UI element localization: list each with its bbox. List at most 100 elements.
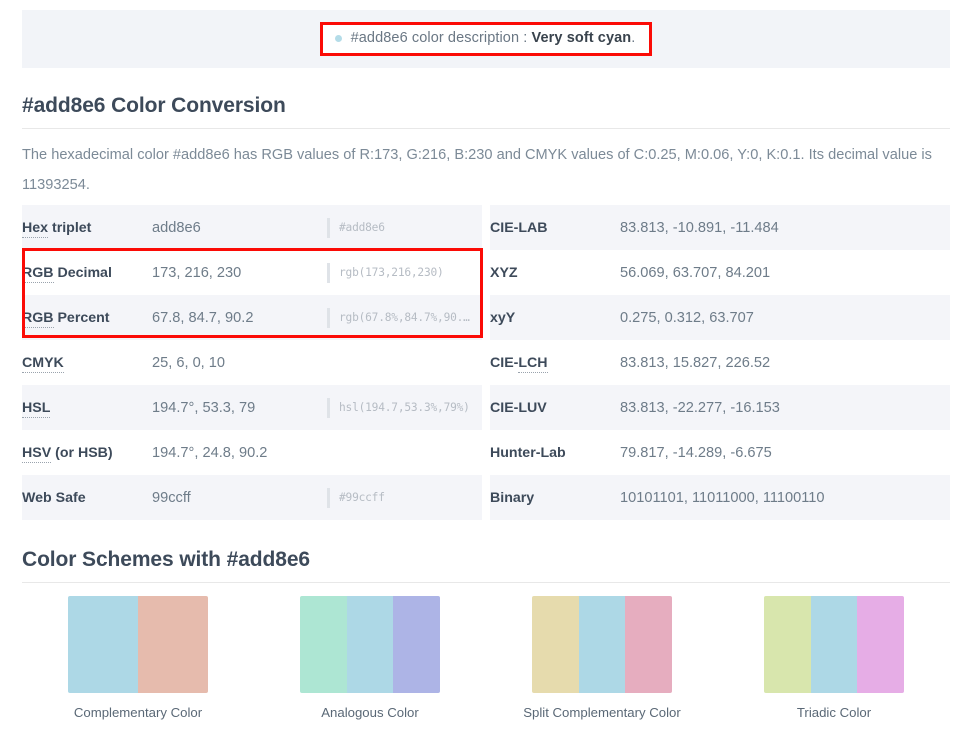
conversion-heading-divider: [22, 128, 950, 129]
row-label-prefix: CIE-: [490, 354, 519, 371]
row-label-rest: Decimal: [53, 264, 112, 281]
row-code-value[interactable]: rgb(173,216,230): [327, 262, 482, 283]
row-code-value[interactable]: rgb(67.8%,84.7%,90.…: [327, 307, 482, 328]
schemes-heading: Color Schemes with #add8e6: [22, 548, 310, 571]
swatch-band[interactable]: [68, 596, 138, 693]
row-value: 83.813, -10.891, -11.484: [620, 205, 795, 250]
table-row: CIE-LCH 83.813, 15.827, 226.52: [490, 340, 950, 385]
row-value: 83.813, -22.277, -16.153: [620, 385, 795, 430]
row-label: Hex triplet: [22, 205, 152, 250]
row-value: add8e6: [152, 205, 327, 250]
row-value: 83.813, 15.827, 226.52: [620, 340, 795, 385]
row-value: 0.275, 0.312, 63.707: [620, 295, 795, 340]
table-row: HSV (or HSB) 194.7°, 24.8, 90.2: [22, 430, 482, 475]
color-scheme-label: Complementary Color: [73, 705, 203, 720]
color-description-name: Very soft cyan: [531, 30, 632, 47]
row-label-abbr: RGB: [22, 264, 54, 283]
color-info-page: #add8e6 color description : Very soft cy…: [0, 0, 974, 737]
table-row: Hunter-Lab 79.817, -14.289, -6.675: [490, 430, 950, 475]
conversion-table-left-body: Hex triplet add8e6 #add8e6 RGB Decimal 173, …: [22, 205, 482, 520]
row-label: RGB Percent: [22, 295, 152, 340]
conversion-table-left: Hex triplet add8e6 #add8e6 RGB Decimal 173, …: [22, 205, 482, 520]
conversion-table-right-body: CIE-LAB 83.813, -10.891, -11.484 XYZ 56.069…: [490, 205, 950, 520]
conversion-tables: Hex triplet add8e6 #add8e6 RGB Decimal 173, …: [22, 205, 950, 520]
row-code-value[interactable]: #99ccff: [327, 487, 482, 508]
table-row: CIE-LAB 83.813, -10.891, -11.484: [490, 205, 950, 250]
conversion-intro-paragraph: The hexadecimal color #add8e6 has RGB va…: [22, 147, 932, 193]
swatch-band[interactable]: [625, 596, 672, 693]
row-code-cell: [327, 340, 482, 385]
row-label-abbr: RGB: [22, 309, 54, 328]
color-description-prefix: #add8e6 color description :: [350, 30, 532, 47]
color-description-highlight: #add8e6 color description : Very soft cy…: [319, 22, 653, 56]
row-code-cell: [795, 340, 950, 385]
row-value: 25, 6, 0, 10: [152, 340, 327, 385]
bullet-dot-icon: [334, 35, 342, 42]
row-value: 10101101, 11011000, 11100110: [620, 475, 825, 520]
row-value: 56.069, 63.707, 84.201: [620, 250, 795, 295]
row-label-abbr: HSL: [22, 399, 51, 418]
color-description-banner: #add8e6 color description : Very soft cy…: [22, 10, 950, 68]
row-code-cell: [795, 295, 950, 340]
swatch-band[interactable]: [532, 596, 579, 693]
table-row: CMYK 25, 6, 0, 10: [22, 340, 482, 385]
row-code-cell: hsl(194.7,53.3%,79%): [327, 385, 482, 430]
color-description-suffix: .: [631, 30, 636, 47]
row-label: HSV (or HSB): [22, 430, 152, 475]
row-code-cell: #99ccff: [327, 475, 482, 520]
row-value: 194.7°, 24.8, 90.2: [152, 430, 327, 475]
table-row: Binary 10101101, 11011000, 11100110: [490, 475, 950, 520]
row-code-cell: [795, 250, 950, 295]
row-label-abbr: Hex: [22, 219, 49, 238]
row-code-cell: rgb(67.8%,84.7%,90.…: [327, 295, 482, 340]
swatch-band[interactable]: [300, 596, 347, 693]
color-scheme-label: Split Complementary Color: [523, 705, 681, 720]
row-label-rest: Percent: [53, 309, 110, 326]
table-row: CIE-LUV 83.813, -22.277, -16.153: [490, 385, 950, 430]
row-label: CIE-LAB: [490, 205, 620, 250]
swatch-band[interactable]: [138, 596, 208, 693]
row-label: HSL: [22, 385, 152, 430]
table-row: RGB Percent 67.8, 84.7, 90.2 rgb(67.8%,84.…: [22, 295, 482, 340]
swatch-band[interactable]: [810, 596, 858, 693]
row-label-rest: triplet: [48, 219, 92, 236]
swatch-band[interactable]: [393, 596, 440, 693]
conversion-heading: #add8e6 Color Conversion: [22, 94, 286, 117]
color-scheme-label: Triadic Color: [796, 705, 872, 720]
color-scheme-2: Split Complementary Color: [486, 596, 718, 720]
row-value: 67.8, 84.7, 90.2: [152, 295, 327, 340]
swatch-band[interactable]: [857, 596, 904, 693]
color-scheme-0: Complementary Color: [22, 596, 254, 720]
color-schemes-list: Complementary Color Analogous Color Split …: [22, 596, 950, 720]
row-label: RGB Decimal: [22, 250, 152, 295]
color-scheme-swatch[interactable]: [764, 596, 904, 693]
row-code-value[interactable]: hsl(194.7,53.3%,79%): [327, 397, 482, 418]
row-value: 79.817, -14.289, -6.675: [620, 430, 795, 475]
row-label: CMYK: [22, 340, 152, 385]
row-label: CIE-LUV: [490, 385, 620, 430]
row-code-cell: rgb(173,216,230): [327, 250, 482, 295]
swatch-band[interactable]: [346, 596, 394, 693]
row-label-rest: (or HSB): [51, 444, 113, 461]
row-code-cell: [795, 205, 950, 250]
table-row: Hex triplet add8e6 #add8e6: [22, 205, 482, 250]
color-scheme-swatch[interactable]: [532, 596, 672, 693]
swatch-band[interactable]: [764, 596, 811, 693]
color-scheme-swatch[interactable]: [68, 596, 208, 693]
row-label-abbr: HSV: [22, 444, 52, 463]
row-value: 99ccff: [152, 475, 327, 520]
color-scheme-swatch[interactable]: [300, 596, 440, 693]
row-label: CIE-LCH: [490, 340, 620, 385]
conversion-table-right: CIE-LAB 83.813, -10.891, -11.484 XYZ 56.069…: [490, 205, 950, 520]
row-label: xyY: [490, 295, 620, 340]
row-value: 194.7°, 53.3, 79: [152, 385, 327, 430]
row-label-abbr: LCH: [518, 354, 548, 373]
row-code-cell: [327, 430, 482, 475]
table-row: XYZ 56.069, 63.707, 84.201: [490, 250, 950, 295]
schemes-heading-divider: [22, 582, 950, 583]
swatch-band[interactable]: [578, 596, 626, 693]
row-code-value[interactable]: #add8e6: [327, 217, 482, 238]
table-row: Web Safe 99ccff #99ccff: [22, 475, 482, 520]
row-label: Web Safe: [22, 475, 152, 520]
color-scheme-3: Triadic Color: [718, 596, 950, 720]
